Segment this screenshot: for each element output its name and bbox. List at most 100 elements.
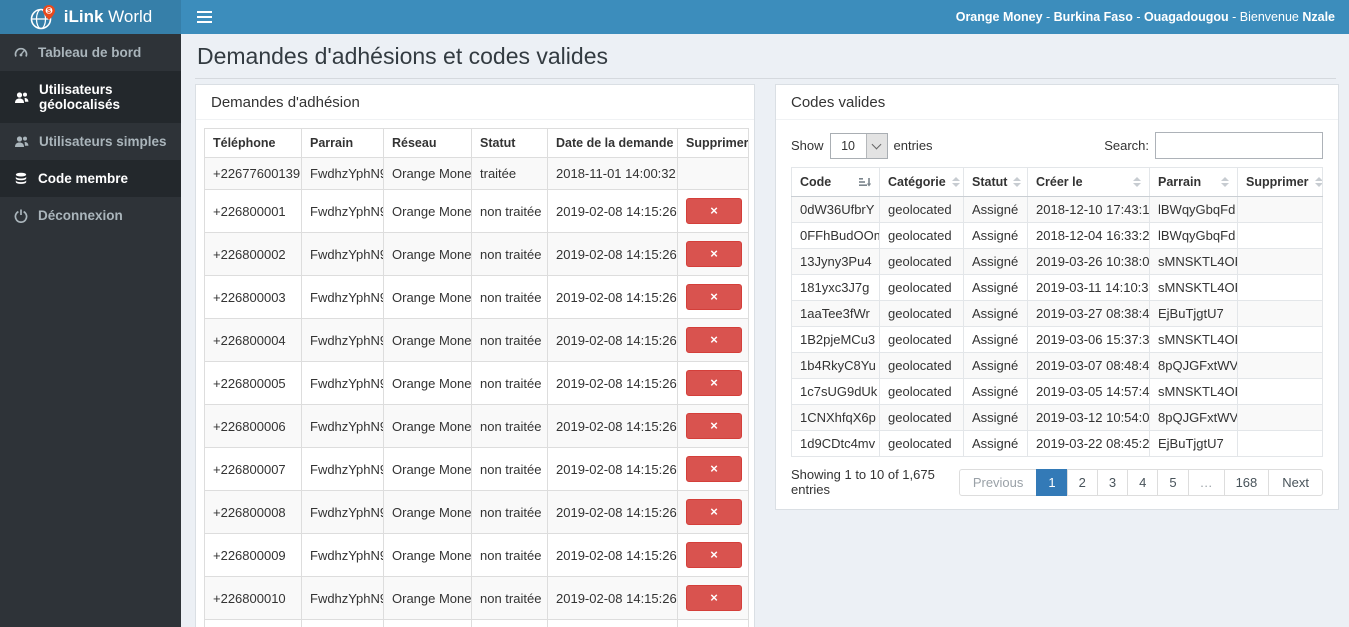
adhesion-panel: Demandes d'adhésion Téléphone Parrain Ré…: [195, 84, 755, 627]
sidebar-item-deconnexion[interactable]: Déconnexion: [0, 197, 181, 234]
cell-creer-le: 2019-03-05 14:57:46: [1027, 378, 1150, 405]
cell-statut: non traitée: [471, 447, 548, 491]
cell-creer-le: 2019-03-07 08:48:45: [1027, 352, 1150, 379]
cell-categorie: geolocated: [879, 248, 964, 275]
cell-statut: non traitée: [471, 533, 548, 577]
search-input[interactable]: [1155, 132, 1323, 159]
cell-statut: Assigné: [963, 222, 1028, 249]
pagination-button[interactable]: 1: [1036, 468, 1068, 496]
delete-button[interactable]: ×: [686, 413, 742, 439]
power-icon: [14, 209, 28, 223]
table-row: +226800010 FwdhzYphN9 Orange Money non t…: [204, 576, 749, 620]
cell-telephone: +226800005: [204, 361, 302, 405]
cell-parrain: EjBuTjgtU7: [1149, 300, 1238, 327]
table-row: 1b4RkyC8Yu geolocated Assigné 2019-03-07…: [791, 352, 1323, 379]
delete-button[interactable]: ×: [686, 241, 742, 267]
sidebar-item-utilisateurs-geolocalises[interactable]: Utilisateurs géolocalisés: [0, 71, 181, 123]
cell-telephone: +226800009: [204, 533, 302, 577]
table-row: +226800007 FwdhzYphN9 Orange Money non t…: [204, 447, 749, 491]
cell-parrain: 8pQJGFxtWV: [1149, 404, 1238, 431]
table-row: 13Jyny3Pu4 geolocated Assigné 2019-03-26…: [791, 248, 1323, 275]
column-header-statut[interactable]: Statut: [963, 167, 1028, 197]
cell-parrain: FwdhzYphN9: [301, 361, 384, 405]
cell-reseau: Orange Money: [383, 576, 472, 620]
table-row: +226800004 FwdhzYphN9 Orange Money non t…: [204, 318, 749, 362]
cell-telephone: +226800006: [204, 404, 302, 448]
cell-statut: non traitée: [471, 619, 548, 627]
table-row: +226800002 FwdhzYphN9 Orange Money non t…: [204, 232, 749, 276]
cell-parrain: FwdhzYphN9: [301, 189, 384, 233]
cell-creer-le: 2019-03-06 15:37:34: [1027, 326, 1150, 353]
sidebar-item-code-membre[interactable]: Code membre: [0, 160, 181, 197]
delete-button[interactable]: ×: [686, 542, 742, 568]
pagination-button[interactable]: Previous: [958, 468, 1038, 496]
page-size-select[interactable]: 10: [829, 132, 888, 159]
cell-statut: Assigné: [963, 274, 1028, 301]
cell-reseau: Orange Money: [383, 318, 472, 362]
pagination-button[interactable]: 168: [1223, 468, 1270, 496]
delete-button[interactable]: ×: [686, 327, 742, 353]
sidebar-item-label: Utilisateurs géolocalisés: [39, 82, 121, 112]
sidebar-toggle-button[interactable]: [181, 0, 228, 34]
cell-date: 2018-11-01 14:00:32: [547, 157, 678, 190]
delete-button[interactable]: ×: [686, 198, 742, 224]
pagination-button[interactable]: …: [1187, 468, 1225, 496]
pagination-button[interactable]: 4: [1127, 468, 1159, 496]
page-size-control: Show 10 entries: [791, 132, 933, 159]
cell-code: 1b4RkyC8Yu: [791, 352, 880, 379]
cell-supprimer: ×: [677, 189, 749, 233]
cell-statut: non traitée: [471, 275, 548, 319]
cell-code: 0FFhBudOOm: [791, 222, 880, 249]
pagination-button[interactable]: 3: [1096, 468, 1129, 496]
table-row: 1B2pjeMCu3 geolocated Assigné 2019-03-06…: [791, 326, 1323, 353]
column-header-categorie[interactable]: Catégorie: [879, 167, 964, 197]
table-summary: Showing 1 to 10 of 1,675 entries: [791, 467, 935, 497]
cell-statut: non traitée: [471, 189, 548, 233]
delete-button[interactable]: ×: [686, 585, 742, 611]
column-header-parrain: Parrain: [301, 128, 384, 158]
cell-telephone: +226800003: [204, 275, 302, 319]
column-header-parrain[interactable]: Parrain: [1149, 167, 1238, 197]
cell-supprimer: [1237, 248, 1323, 275]
pagination-button[interactable]: 2: [1066, 468, 1098, 496]
column-header-supprimer[interactable]: Supprimer: [1237, 167, 1323, 197]
cell-telephone: +226800010: [204, 576, 302, 620]
cell-statut: non traitée: [471, 576, 548, 620]
table-row: +226800005 FwdhzYphN9 Orange Money non t…: [204, 361, 749, 405]
greeting-text: Bienvenue: [1239, 10, 1303, 24]
cell-reseau: Orange Money: [383, 619, 472, 627]
cell-date: 2019-02-08 14:15:26: [547, 490, 678, 534]
table-row: 1c7sUG9dUk geolocated Assigné 2019-03-05…: [791, 378, 1323, 405]
pagination-button[interactable]: 5: [1157, 468, 1189, 496]
delete-button[interactable]: ×: [686, 456, 742, 482]
cell-reseau: Orange Money: [383, 533, 472, 577]
sort-icon: [1314, 177, 1322, 187]
cell-reseau: Orange Money: [383, 404, 472, 448]
sidebar-item-utilisateurs-simples[interactable]: Utilisateurs simples: [0, 123, 181, 160]
dashboard-icon: [14, 46, 28, 60]
cell-supprimer: ×: [677, 275, 749, 319]
sidebar-item-tableau-de-bord[interactable]: Tableau de bord: [0, 34, 181, 71]
column-header-reseau: Réseau: [383, 128, 472, 158]
cell-date: 2019-02-08 14:15:26: [547, 447, 678, 491]
users-icon: [14, 91, 29, 104]
table-row: 0FFhBudOOm geolocated Assigné 2018-12-04…: [791, 222, 1323, 249]
brand-logo[interactable]: $ iLink World: [0, 0, 181, 34]
delete-button[interactable]: ×: [686, 499, 742, 525]
column-header-supprimer: Supprimer: [677, 128, 749, 158]
cell-reseau: Orange Money: [383, 447, 472, 491]
cell-categorie: geolocated: [879, 352, 964, 379]
cell-supprimer: [1237, 300, 1323, 327]
delete-button[interactable]: ×: [686, 370, 742, 396]
column-header-code[interactable]: Code: [791, 167, 880, 197]
table-row: 0dW36UfbrY geolocated Assigné 2018-12-10…: [791, 196, 1323, 223]
cell-code: 1CNXhfqX6p: [791, 404, 880, 431]
column-header-creer-le[interactable]: Créer le: [1027, 167, 1150, 197]
cell-statut: non traitée: [471, 232, 548, 276]
table-row: +226800001 FwdhzYphN9 Orange Money non t…: [204, 189, 749, 233]
cell-code: 13Jyny3Pu4: [791, 248, 880, 275]
pagination-button[interactable]: Next: [1268, 468, 1323, 496]
delete-button[interactable]: ×: [686, 284, 742, 310]
cell-statut: Assigné: [963, 352, 1028, 379]
cell-reseau: Orange Money: [383, 189, 472, 233]
